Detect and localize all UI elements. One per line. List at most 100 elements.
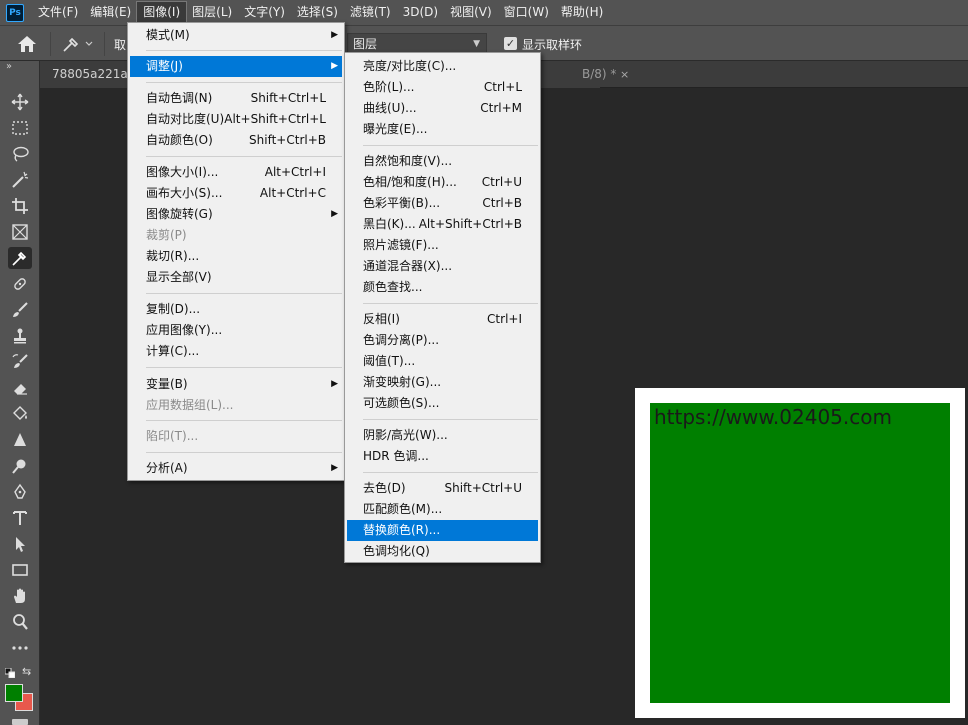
foreground-color-swatch[interactable] <box>5 684 23 702</box>
marquee-icon[interactable] <box>8 117 32 139</box>
menu-item-curves[interactable]: 曲线(U)... Ctrl+M <box>347 98 538 119</box>
menu-item-label: 自然饱和度(V)... <box>363 154 453 168</box>
menu-item-label: 应用图像(Y)... <box>146 323 223 337</box>
menu-item-vibrance[interactable]: 自然饱和度(V)... <box>347 151 538 172</box>
menu-item-label: 去色(D) <box>363 481 406 495</box>
menu-item-shadows-highlights[interactable]: 阴影/高光(W)... <box>347 425 538 446</box>
type-icon[interactable] <box>8 507 32 529</box>
menu-item-posterize[interactable]: 色调分离(P)... <box>347 330 538 351</box>
menu-item-label: 通道混合器(X)... <box>363 259 453 273</box>
dodge-icon[interactable] <box>8 455 32 477</box>
edit-toolbar-icon[interactable] <box>12 719 28 725</box>
close-icon[interactable]: × <box>620 61 629 88</box>
menu-item-selective-color[interactable]: 可选颜色(S)... <box>347 393 538 414</box>
menu-item-hdr-toning[interactable]: HDR 色调... <box>347 446 538 467</box>
menu-item-desaturate[interactable]: 去色(D) Shift+Ctrl+U <box>347 478 538 499</box>
menu-item-invert[interactable]: 反相(I) Ctrl+I <box>347 309 538 330</box>
swap-colors-icon[interactable]: ⇆ <box>22 665 31 678</box>
pen-icon[interactable] <box>8 481 32 503</box>
menu-item-color-balance[interactable]: 色彩平衡(B)... Ctrl+B <box>347 193 538 214</box>
menu-type[interactable]: 文字(Y) <box>238 2 291 23</box>
menu-item-photo-filter[interactable]: 照片滤镜(F)... <box>347 235 538 256</box>
healing-brush-icon[interactable] <box>8 273 32 295</box>
frame-icon[interactable] <box>8 221 32 243</box>
menu-item-image-rotation[interactable]: 图像旋转(G) ▶ <box>130 204 342 225</box>
menu-item-mode[interactable]: 模式(M) ▶ <box>130 25 342 46</box>
menu-item-color-lookup[interactable]: 颜色查找... <box>347 277 538 298</box>
menu-item-threshold[interactable]: 阈值(T)... <box>347 351 538 372</box>
menu-file[interactable]: 文件(F) <box>32 2 84 23</box>
zoom-icon[interactable] <box>8 611 32 633</box>
menu-item-label: 反相(I) <box>363 312 400 326</box>
menu-item-gradient-map[interactable]: 渐变映射(G)... <box>347 372 538 393</box>
menu-item-black-white[interactable]: 黑白(K)... Alt+Shift+Ctrl+B <box>347 214 538 235</box>
menu-item-auto-contrast[interactable]: 自动对比度(U) Alt+Shift+Ctrl+L <box>130 109 342 130</box>
menu-help[interactable]: 帮助(H) <box>555 2 609 23</box>
menu-item-shortcut: Alt+Ctrl+I <box>264 165 326 179</box>
menu-3d[interactable]: 3D(D) <box>397 2 444 23</box>
brush-icon[interactable] <box>8 299 32 321</box>
menu-item-label: 图像旋转(G) <box>146 207 213 221</box>
menu-edit[interactable]: 编辑(E) <box>84 2 137 23</box>
menu-image[interactable]: 图像(I) <box>136 1 188 24</box>
menu-item-canvas-size[interactable]: 画布大小(S)... Alt+Ctrl+C <box>130 183 342 204</box>
menu-item-label: 渐变映射(G)... <box>363 375 442 389</box>
menu-item-variables[interactable]: 变量(B) ▶ <box>130 374 342 395</box>
magic-wand-icon[interactable] <box>8 169 32 191</box>
menu-item-trim[interactable]: 裁切(R)... <box>130 246 342 267</box>
menu-item-auto-tone[interactable]: 自动色调(N) Shift+Ctrl+L <box>130 88 342 109</box>
menu-item-label: 陷印(T)... <box>146 429 199 443</box>
menu-item-calculations[interactable]: 计算(C)... <box>130 341 342 362</box>
menu-item-label: HDR 色调... <box>363 449 429 463</box>
menu-item-label: 匹配颜色(M)... <box>363 502 443 516</box>
menu-layer[interactable]: 图层(L) <box>186 2 238 23</box>
default-colors-icon[interactable] <box>4 667 16 679</box>
menu-item-label: 色调分离(P)... <box>363 333 440 347</box>
history-brush-icon[interactable] <box>8 351 32 373</box>
menu-item-brightness-contrast[interactable]: 亮度/对比度(C)... <box>347 56 538 77</box>
home-icon[interactable] <box>16 34 38 54</box>
eyedropper-preset-icon[interactable] <box>60 34 98 54</box>
menu-item-analysis[interactable]: 分析(A) ▶ <box>130 458 342 479</box>
canvas-document[interactable]: https://www.02405.com <box>635 388 965 718</box>
menu-item-duplicate[interactable]: 复制(D)... <box>130 299 342 320</box>
eyedropper-icon[interactable] <box>8 247 32 269</box>
menu-view[interactable]: 视图(V) <box>444 2 498 23</box>
stamp-icon[interactable] <box>8 325 32 347</box>
menu-item-hue-saturation[interactable]: 色相/饱和度(H)... Ctrl+U <box>347 172 538 193</box>
menu-item-reveal-all[interactable]: 显示全部(V) <box>130 267 342 288</box>
menu-item-replace-color[interactable]: 替换颜色(R)... <box>347 520 538 541</box>
paint-bucket-icon[interactable] <box>8 403 32 425</box>
menu-item-levels[interactable]: 色阶(L)... Ctrl+L <box>347 77 538 98</box>
menu-item-channel-mixer[interactable]: 通道混合器(X)... <box>347 256 538 277</box>
move-icon[interactable] <box>8 91 32 113</box>
menu-item-equalize[interactable]: 色调均化(Q) <box>347 541 538 562</box>
menu-item-label: 色阶(L)... <box>363 80 415 94</box>
menu-item-adjustments[interactable]: 调整(J) ▶ <box>130 56 342 77</box>
hand-icon[interactable] <box>8 585 32 607</box>
show-ring-checkbox[interactable]: ✓ <box>504 37 517 50</box>
menu-item-label: 自动颜色(O) <box>146 133 213 147</box>
menu-item-image-size[interactable]: 图像大小(I)... Alt+Ctrl+I <box>130 162 342 183</box>
menu-item-apply-image[interactable]: 应用图像(Y)... <box>130 320 342 341</box>
crop-icon[interactable] <box>8 195 32 217</box>
collapse-icon[interactable]: ›› <box>6 61 12 72</box>
eraser-icon[interactable] <box>8 377 32 399</box>
menu-item-label: 自动对比度(U) <box>146 112 225 126</box>
menu-filter[interactable]: 滤镜(T) <box>344 2 397 23</box>
menu-item-label: 色彩平衡(B)... <box>363 196 441 210</box>
more-icon[interactable] <box>8 637 32 659</box>
menu-item-label: 阴影/高光(W)... <box>363 428 448 442</box>
menu-item-exposure[interactable]: 曝光度(E)... <box>347 119 538 140</box>
menu-item-match-color[interactable]: 匹配颜色(M)... <box>347 499 538 520</box>
rectangle-icon[interactable] <box>8 559 32 581</box>
path-select-icon[interactable] <box>8 533 32 555</box>
menu-item-label: 分析(A) <box>146 461 188 475</box>
menu-window[interactable]: 窗口(W) <box>498 2 555 23</box>
menu-item-auto-color[interactable]: 自动颜色(O) Shift+Ctrl+B <box>130 130 342 151</box>
green-fill-area: https://www.02405.com <box>650 403 950 703</box>
menu-item-trap: 陷印(T)... <box>130 426 342 447</box>
lasso-icon[interactable] <box>8 143 32 165</box>
blur-icon[interactable] <box>8 429 32 451</box>
menu-select[interactable]: 选择(S) <box>291 2 344 23</box>
